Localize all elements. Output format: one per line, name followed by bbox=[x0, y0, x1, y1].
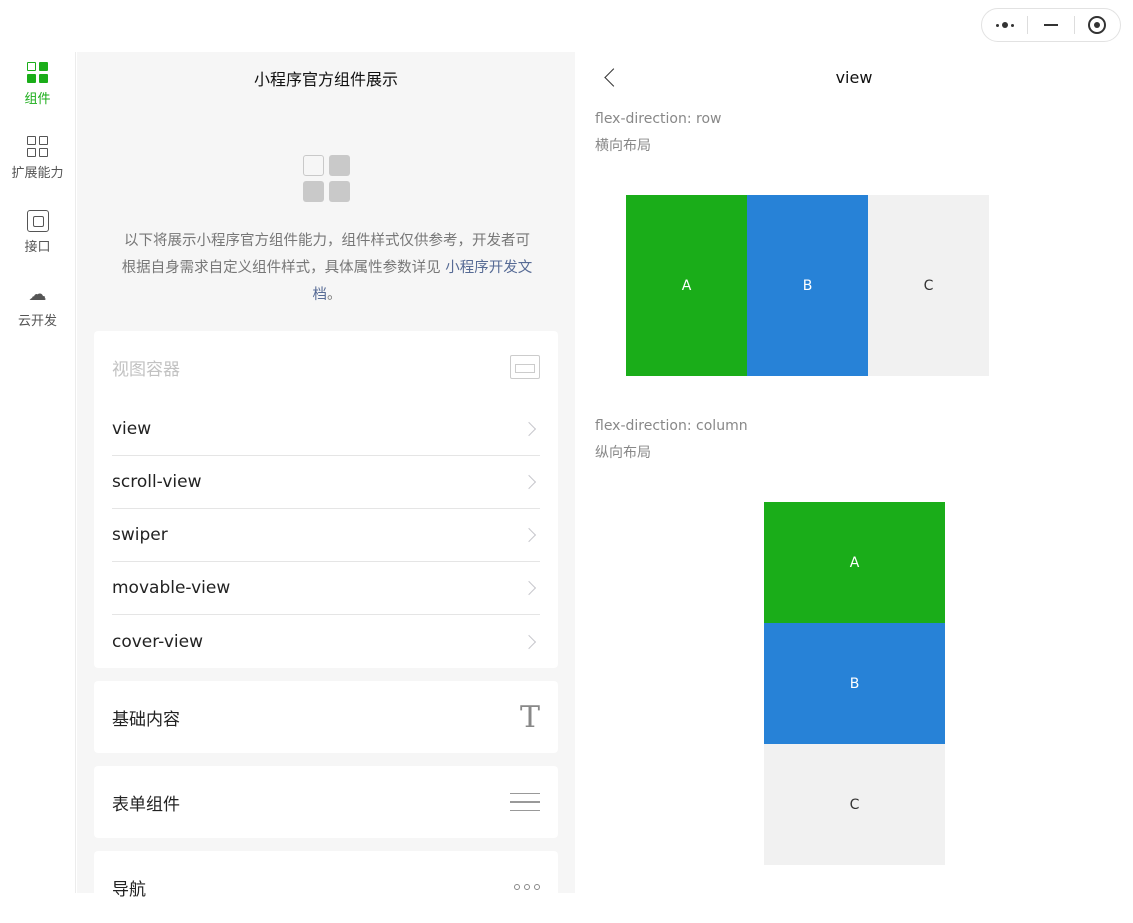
page-title: view bbox=[835, 68, 873, 87]
list-item-label: movable-view bbox=[112, 578, 231, 598]
text-t-icon: T bbox=[519, 699, 540, 735]
chevron-right-icon bbox=[521, 421, 537, 437]
tab-bar: 组件 扩展能力 接口 ☁ 云开发 bbox=[0, 52, 76, 893]
tab-label: 组件 bbox=[24, 92, 51, 107]
list-item-cover-view[interactable]: cover-view bbox=[112, 615, 540, 668]
column-caption-code: flex-direction: column bbox=[595, 418, 748, 434]
panel-title: 小程序官方组件展示 bbox=[253, 70, 398, 89]
view-demo-page: view flex-direction: row 横向布局 A B C flex… bbox=[575, 52, 1133, 893]
section-header[interactable]: 表单组件 bbox=[94, 766, 558, 838]
more-button[interactable] bbox=[982, 9, 1027, 41]
intro-text: 以下将展示小程序官方组件能力，组件样式仅供参考，开发者可根据自身需求自定义组件样… bbox=[117, 228, 537, 309]
flex-row-demo: A B C bbox=[626, 195, 989, 376]
flex-column-demo: A B C bbox=[764, 502, 945, 865]
list-item-view[interactable]: view bbox=[112, 403, 540, 456]
section-title: 视图容器 bbox=[112, 359, 180, 380]
tab-cloud[interactable]: ☁ 云开发 bbox=[0, 284, 75, 348]
box-a: A bbox=[764, 502, 945, 623]
extension-icon bbox=[26, 136, 49, 158]
tab-label: 扩展能力 bbox=[11, 166, 64, 181]
minimize-icon bbox=[1043, 24, 1058, 26]
chevron-right-icon bbox=[521, 634, 537, 649]
row-caption-code: flex-direction: row bbox=[595, 111, 722, 127]
section-title: 导航 bbox=[112, 879, 146, 900]
list-item-label: scroll-view bbox=[112, 472, 202, 492]
components-icon bbox=[26, 62, 49, 84]
component-list-panel: 小程序官方组件展示 以下将展示小程序官方组件能力，组件样式仅供参考，开发者可根据… bbox=[77, 52, 575, 923]
list-item-label: cover-view bbox=[112, 631, 203, 652]
chevron-right-icon bbox=[521, 527, 537, 543]
close-circle-icon bbox=[1088, 16, 1107, 34]
tab-label: 云开发 bbox=[17, 314, 57, 329]
intro-end: 。 bbox=[327, 287, 342, 303]
box-b: B bbox=[747, 195, 868, 376]
box-c: C bbox=[764, 744, 945, 865]
column-caption-label: 纵向布局 bbox=[595, 445, 651, 461]
box-a: A bbox=[626, 195, 747, 376]
tab-components[interactable]: 组件 bbox=[0, 62, 75, 126]
form-components-section[interactable]: 表单组件 bbox=[94, 766, 558, 838]
section-header[interactable]: 视图容器 bbox=[94, 331, 558, 403]
api-chip-icon bbox=[26, 210, 49, 232]
tab-label: 接口 bbox=[24, 240, 51, 255]
list-item-scroll-view[interactable]: scroll-view bbox=[112, 456, 540, 509]
chevron-right-icon bbox=[521, 580, 537, 596]
column-caption: flex-direction: column 纵向布局 bbox=[595, 413, 748, 467]
navigation-dots-icon bbox=[514, 884, 540, 890]
row-caption-label: 横向布局 bbox=[595, 138, 651, 154]
section-header[interactable]: 导航 bbox=[94, 851, 558, 923]
box-b: B bbox=[764, 623, 945, 744]
chevron-right-icon bbox=[521, 474, 537, 490]
box-c: C bbox=[868, 195, 989, 376]
more-dots-icon bbox=[995, 22, 1014, 28]
tab-api[interactable]: 接口 bbox=[0, 210, 75, 274]
list-item-movable-view[interactable]: movable-view bbox=[112, 562, 540, 615]
window-capsule bbox=[981, 8, 1121, 42]
close-button[interactable] bbox=[1075, 9, 1120, 41]
section-title: 表单组件 bbox=[112, 794, 180, 815]
section-title: 基础内容 bbox=[112, 709, 180, 730]
basic-content-section[interactable]: 基础内容 T bbox=[94, 681, 558, 753]
section-header[interactable]: 基础内容 T bbox=[94, 681, 558, 753]
view-container-section: 视图容器 view scroll-view swiper movable-vie… bbox=[94, 331, 558, 668]
miniprogram-logo-icon bbox=[303, 155, 351, 203]
page-nav-bar: view bbox=[575, 52, 1133, 104]
form-lines-icon bbox=[510, 786, 540, 819]
row-caption: flex-direction: row 横向布局 bbox=[595, 106, 722, 160]
list-item-label: swiper bbox=[112, 525, 168, 545]
cloud-icon: ☁ bbox=[28, 284, 47, 305]
list-item-swiper[interactable]: swiper bbox=[112, 509, 540, 562]
list-item-label: view bbox=[112, 419, 152, 439]
minimize-button[interactable] bbox=[1028, 9, 1073, 41]
navigation-section[interactable]: 导航 bbox=[94, 851, 558, 923]
tab-extension[interactable]: 扩展能力 bbox=[0, 136, 75, 200]
view-container-icon bbox=[510, 355, 540, 379]
